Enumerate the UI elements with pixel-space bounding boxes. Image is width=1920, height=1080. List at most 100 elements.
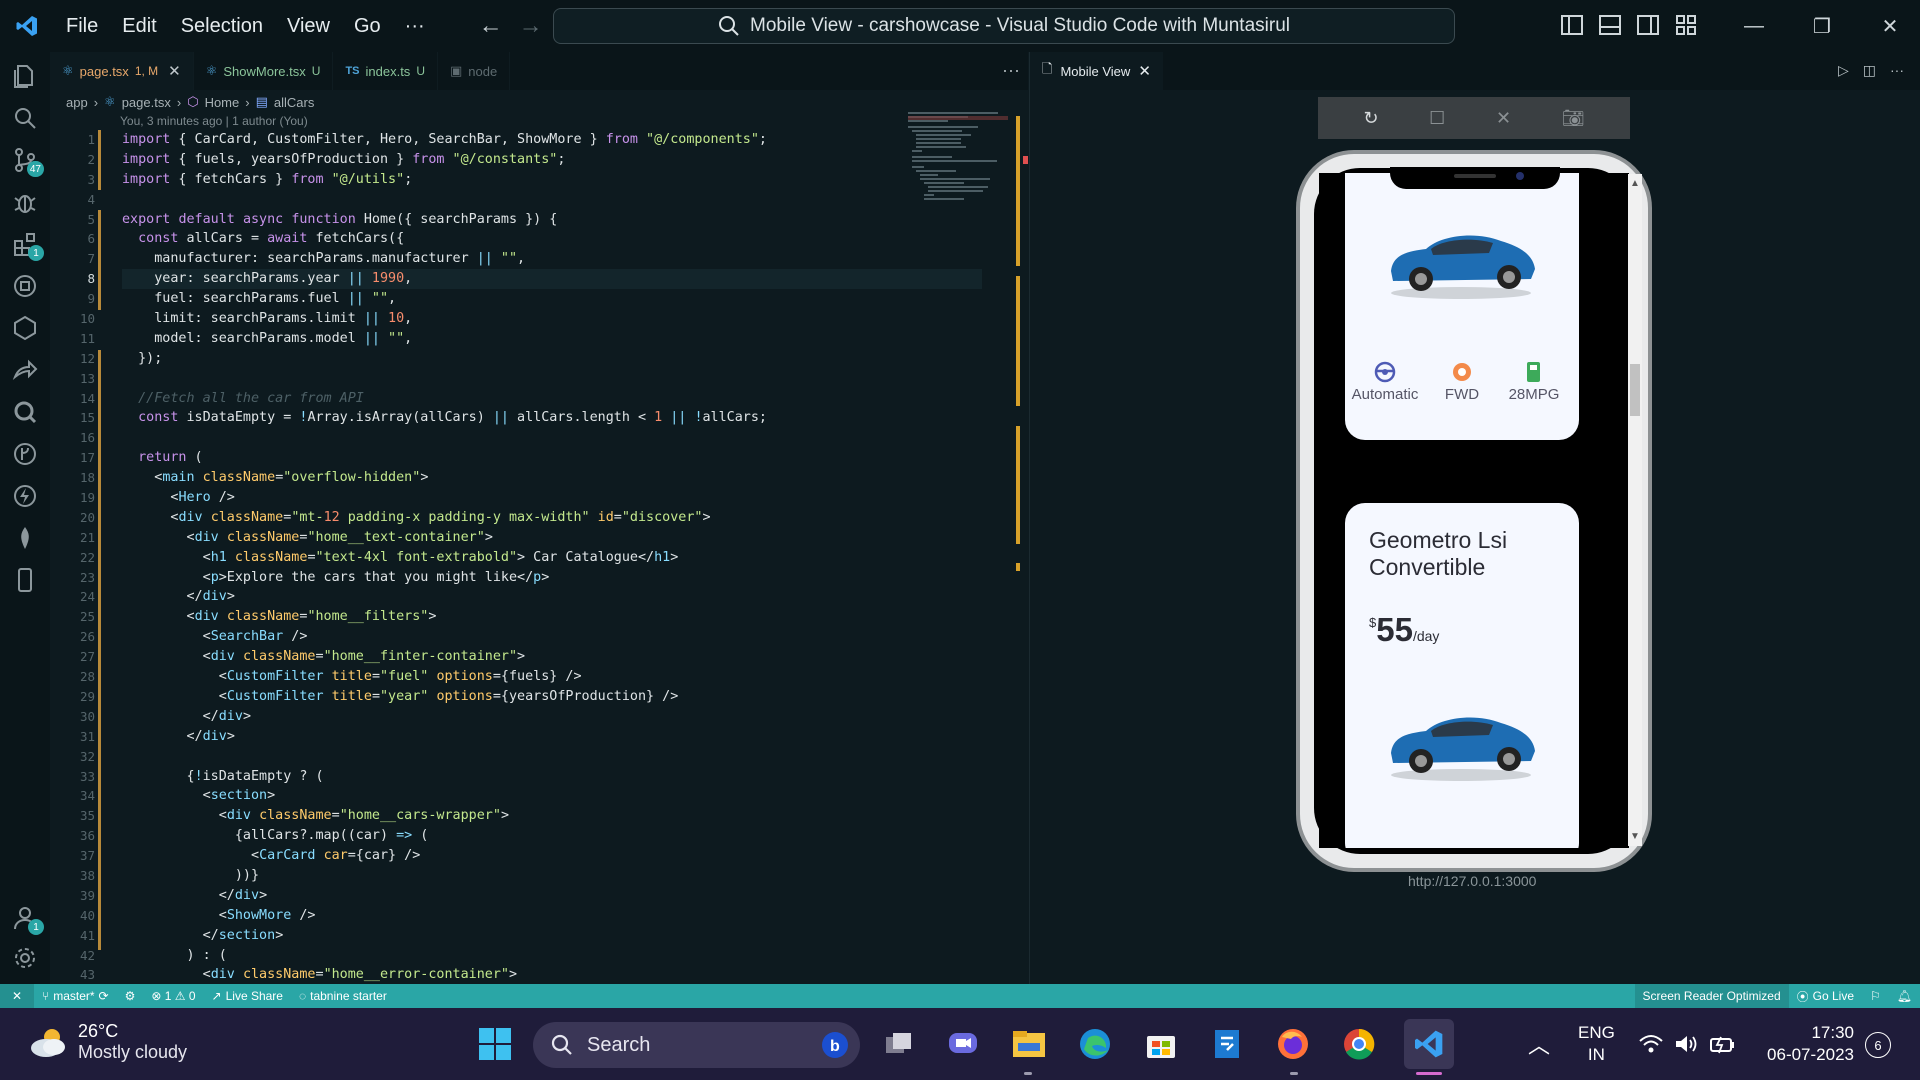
tab-page-tsx[interactable]: ⚛ page.tsx 1, M ✕ [50,52,194,90]
minimap[interactable] [908,112,1020,212]
line-number: 22 [79,549,95,565]
tab-index-ts[interactable]: TS index.ts U [333,52,438,90]
tab-node[interactable]: ▣ node [438,52,511,90]
split-editor-icon[interactable]: ◫ [1863,62,1876,79]
edge-browser-icon[interactable] [1076,1025,1114,1063]
toggle-panel-icon[interactable] [1598,13,1622,37]
wifi-icon[interactable] [1632,1025,1670,1063]
bing-chat-icon[interactable]: b [820,1030,850,1060]
extensions-icon[interactable]: 1 [11,230,44,261]
accounts-icon[interactable]: 1 [11,904,44,935]
remote-explorer-icon[interactable] [11,272,39,300]
screenshot-camera-icon[interactable]: 📷︎ [1562,108,1585,129]
source-control-icon[interactable]: 47 [11,146,44,177]
search-icon [719,16,739,36]
run-icon[interactable]: ▷ [1838,62,1849,79]
menu-go[interactable]: Go [342,15,393,38]
run-debug-icon[interactable] [11,188,39,216]
breadcrumb-item[interactable]: allCars [274,95,314,110]
live-share-icon[interactable] [11,356,39,384]
mobile-view-icon[interactable] [11,566,39,594]
notifications-bell-icon[interactable]: 🔔︎ [1889,984,1920,1008]
teams-chat-icon[interactable] [944,1025,982,1063]
go-live-button[interactable]: ⦿ Go Live [1789,984,1862,1008]
stop-icon[interactable]: ☐ [1429,108,1445,129]
menu-view[interactable]: View [275,15,342,38]
git-branch[interactable]: ⑂ master* ⟳ [34,989,117,1003]
mongodb-icon[interactable] [11,524,39,552]
phone-screen[interactable]: Automatic FWD 28MPG Geometro Lsi Convert… [1319,173,1629,848]
notification-count-badge[interactable]: 6 [1865,1032,1891,1058]
status-bar: ✕ ⑂ master* ⟳ ⚙ ⊗ 1 ⚠ 0 ↗ Live Share ◌ tabni… [0,984,1920,1008]
line-number: 8 [87,271,95,287]
car-card[interactable]: Geometro Lsi Convertible $55/day [1345,503,1579,848]
accounts-status-icon[interactable]: ⚐ [1862,984,1889,1008]
search-icon[interactable] [11,104,39,132]
remote-indicator-icon[interactable]: ✕ [0,984,34,1008]
thunder-client-icon[interactable] [11,482,39,510]
code-line: <div className="home__error-container"> [122,967,518,983]
windows-start-icon[interactable] [476,1025,514,1063]
explorer-icon[interactable] [11,62,39,90]
close-tab-icon[interactable]: ✕ [168,62,181,80]
tab-showmore-tsx[interactable]: ⚛ ShowMore.tsx U [194,52,334,90]
system-clock[interactable]: 17:30 06-07-2023 [1760,1022,1854,1066]
line-number: 32 [79,748,95,764]
chevron-up-icon[interactable]: ︿ [1520,1025,1558,1063]
taskbar-search[interactable]: Search b [533,1022,860,1068]
tab-mobile-view[interactable]: 🗋 Mobile View ✕ [1030,52,1163,90]
scrollbar-thumb[interactable] [1630,364,1640,416]
phone-scrollbar[interactable]: ▲ ▼ [1628,174,1642,846]
close-icon[interactable]: ✕ [1496,108,1511,129]
command-center[interactable]: Mobile View - carshowcase - Visual Studi… [553,8,1455,44]
file-explorer-icon[interactable] [1010,1025,1048,1063]
chrome-icon[interactable] [1340,1025,1378,1063]
code-editor[interactable]: You, 3 minutes ago | 1 author (You) 1234… [50,112,1028,984]
code-line: <SearchBar /> [122,629,308,645]
problems-indicator[interactable]: ⊗ 1 ⚠ 0 [143,989,203,1003]
refresh-icon[interactable]: ↻ [1363,108,1378,129]
restore-icon[interactable]: ❐ [1788,0,1856,52]
microsoft-store-icon[interactable] [1142,1025,1180,1063]
car-card[interactable]: Automatic FWD 28MPG [1345,173,1579,440]
close-tab-icon[interactable]: ✕ [1138,62,1151,80]
vscode-taskbar-icon[interactable] [1404,1019,1454,1069]
menu-file[interactable]: File [54,15,110,38]
more-actions-icon[interactable]: ··· [1002,60,1020,81]
menu-edit[interactable]: Edit [110,15,168,38]
react-file-icon: ⚛ [205,63,218,78]
language-indicator[interactable]: ENG IN [1578,1022,1615,1066]
tabnine-status[interactable]: ◌ tabnine starter [291,989,395,1003]
code-line: fuel: searchParams.fuel || "", [122,291,397,307]
back-arrow-icon[interactable]: ← [471,12,511,40]
menu-selection[interactable]: Selection [169,15,275,38]
live-share-button[interactable]: ↗ Live Share [204,989,291,1003]
publish-icon[interactable]: ⚙ [117,989,144,1003]
remote-desktop-icon[interactable] [1208,1025,1246,1063]
testing-icon[interactable] [11,314,39,342]
firefox-icon[interactable] [1274,1025,1312,1063]
task-view-icon[interactable] [880,1025,918,1063]
line-number: 38 [79,867,95,883]
toggle-sidebar-icon[interactable] [1560,13,1584,37]
preview-icon: ▣ [449,63,463,78]
breadcrumb-item[interactable]: app [66,95,88,110]
weather-widget[interactable]: 26°C Mostly cloudy [28,1021,187,1063]
screen-reader-status[interactable]: Screen Reader Optimized [1634,984,1789,1008]
close-window-icon[interactable]: ✕ [1856,0,1920,52]
tabnine-icon[interactable] [11,398,39,426]
breadcrumb-item[interactable]: Home [205,95,240,110]
menu-more[interactable]: ··· [393,15,437,38]
more-actions-icon[interactable]: ··· [1890,62,1904,79]
volume-icon[interactable] [1668,1025,1706,1063]
breadcrumb-item[interactable]: page.tsx [122,95,171,110]
battery-icon[interactable] [1704,1025,1742,1063]
customize-layout-icon[interactable] [1674,13,1698,37]
minimize-icon[interactable]: — [1720,0,1788,52]
toggle-secondary-sidebar-icon[interactable] [1636,13,1660,37]
forward-arrow-icon[interactable]: → [511,12,551,40]
scroll-down-icon[interactable]: ▼ [1630,831,1640,842]
scroll-up-icon[interactable]: ▲ [1630,178,1640,189]
settings-gear-icon[interactable] [11,944,39,972]
git-graph-icon[interactable] [11,440,39,468]
